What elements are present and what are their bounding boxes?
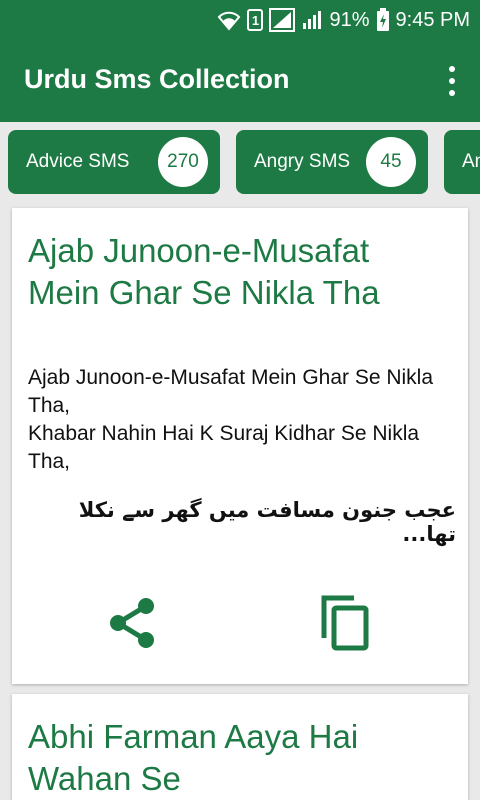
menu-dot xyxy=(449,90,455,96)
category-label: An xyxy=(462,151,480,172)
sms-card: Ajab Junoon-e-Musafat Mein Ghar Se Nikla… xyxy=(12,208,468,684)
copy-icon xyxy=(321,595,369,651)
sms-body: Ajab Junoon-e-Musafat Mein Ghar Se Nikla… xyxy=(28,366,434,473)
signal-2-icon xyxy=(303,11,322,29)
sim-icon: 1 xyxy=(247,9,264,31)
sms-card: Abhi Farman Aaya Hai Wahan Se xyxy=(12,694,468,800)
battery-percent: 91% xyxy=(329,8,370,31)
share-button[interactable] xyxy=(108,596,158,650)
signal-icon xyxy=(269,8,296,32)
copy-button[interactable] xyxy=(318,592,372,652)
category-label: Angry SMS xyxy=(254,151,351,172)
sms-urdu-text: عجب جنون مسافت میں گھر سے نکلا تھا... xyxy=(78,498,456,546)
sms-title: Ajab Junoon-e-Musafat Mein Ghar Se Nikla… xyxy=(28,232,380,311)
app-bar: Urdu Sms Collection xyxy=(0,40,480,122)
category-chip-partial[interactable]: An xyxy=(444,130,480,194)
share-icon xyxy=(110,598,154,648)
category-strip[interactable]: Advice SMS 270 Angry SMS 45 An xyxy=(0,122,480,204)
app-title: Urdu Sms Collection xyxy=(24,64,290,94)
menu-dot xyxy=(449,66,455,72)
battery-charging-icon xyxy=(376,8,389,31)
category-count-badge: 270 xyxy=(158,137,208,187)
status-bar: 1 91% 9:45 PM xyxy=(0,0,480,40)
clock: 9:45 PM xyxy=(395,8,470,31)
category-count-badge: 45 xyxy=(366,137,416,187)
category-chip-angry[interactable]: Angry SMS 45 xyxy=(236,130,428,194)
menu-dot xyxy=(449,78,455,84)
category-label: Advice SMS xyxy=(26,151,130,172)
category-chip-advice[interactable]: Advice SMS 270 xyxy=(8,130,220,194)
status-icons: 1 91% 9:45 PM xyxy=(217,6,470,34)
overflow-menu-icon[interactable] xyxy=(442,66,462,96)
wifi-icon xyxy=(218,11,241,31)
sms-title: Abhi Farman Aaya Hai Wahan Se xyxy=(28,718,359,797)
